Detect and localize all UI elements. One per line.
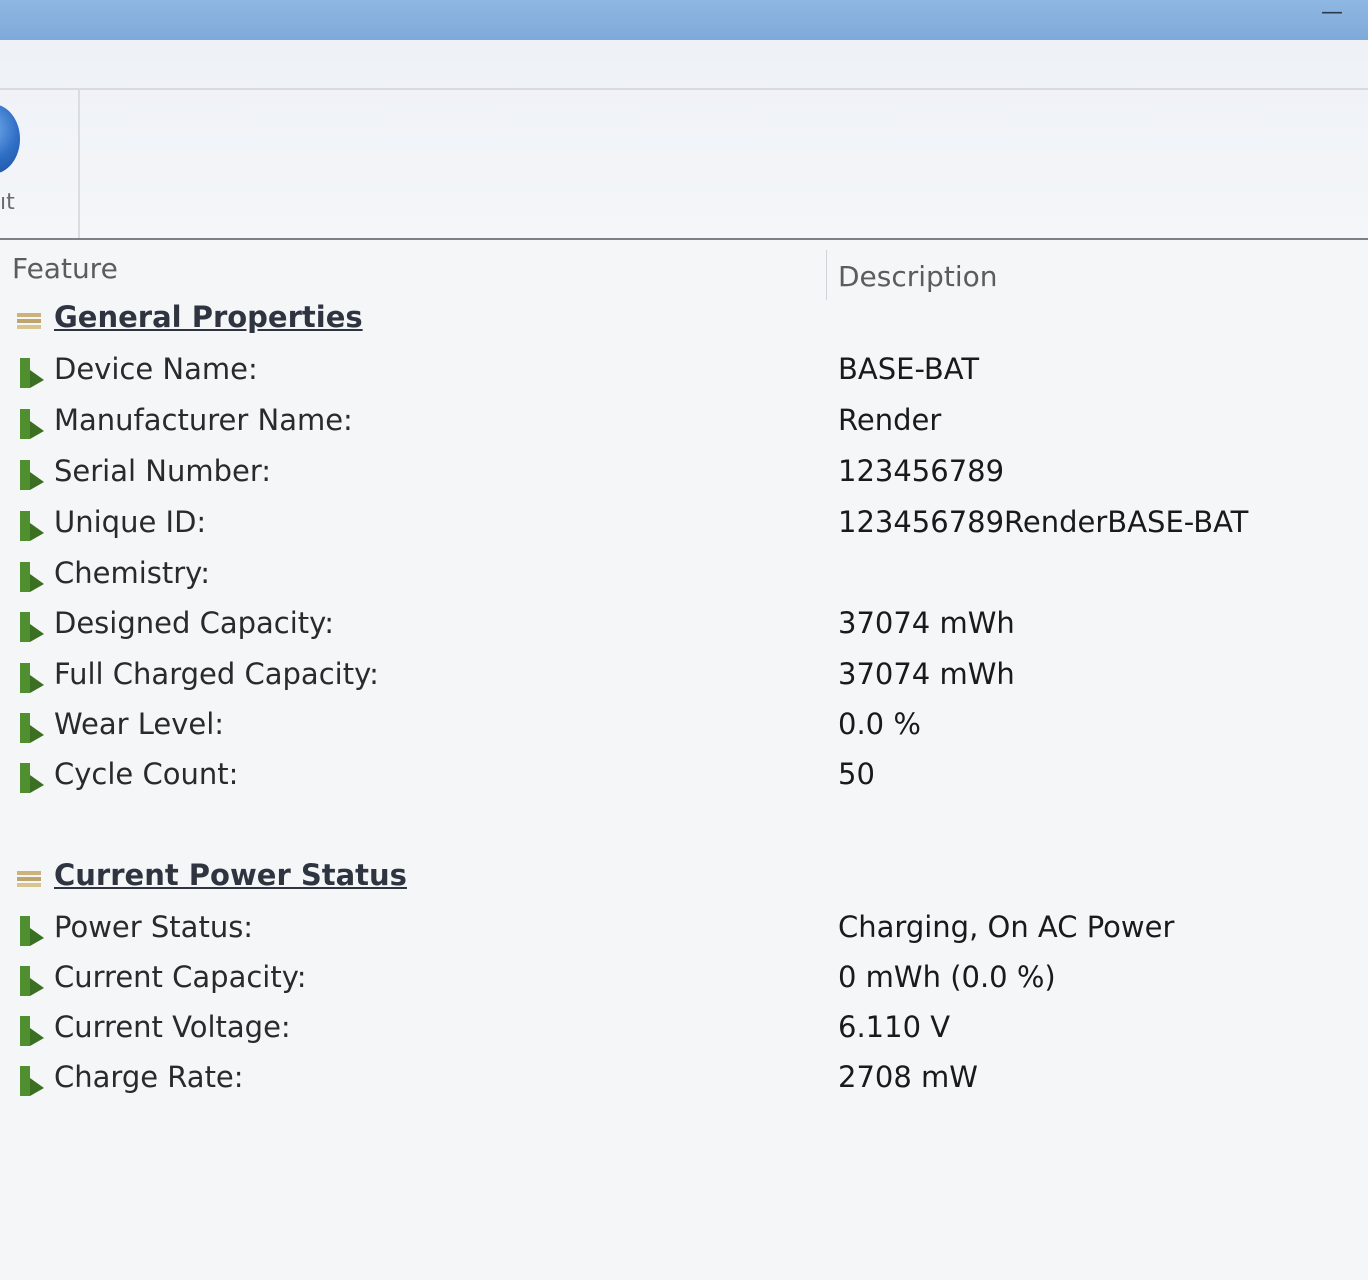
battery-item-icon — [20, 713, 44, 743]
battery-item-icon — [20, 562, 44, 592]
feature-label: Full Charged Capacity: — [54, 657, 379, 691]
feature-value: 2708 mW — [838, 1060, 978, 1094]
feature-label: Chemistry: — [54, 556, 211, 590]
section-title: Current Power Status — [54, 858, 407, 892]
section-current-power-status[interactable]: Current Power Status — [0, 858, 1368, 902]
feature-label: Designed Capacity: — [54, 606, 334, 640]
section-title: General Properties — [54, 300, 363, 334]
list-item[interactable]: Serial Number: 123456789 — [0, 454, 1368, 498]
feature-label: Manufacturer Name: — [54, 403, 353, 437]
feature-value: 37074 mWh — [838, 606, 1015, 640]
list-item[interactable]: Manufacturer Name: Render — [0, 403, 1368, 447]
feature-label: Wear Level: — [54, 707, 225, 741]
list-item[interactable]: Cycle Count: 50 — [0, 757, 1368, 801]
feature-value: 50 — [838, 757, 875, 791]
battery-item-icon — [20, 358, 44, 388]
battery-item-icon — [20, 612, 44, 642]
list-item[interactable]: Power Status: Charging, On AC Power — [0, 910, 1368, 954]
feature-label: Device Name: — [54, 352, 258, 386]
list-item[interactable]: Full Charged Capacity: 37074 mWh — [0, 657, 1368, 701]
feature-label: Serial Number: — [54, 454, 272, 488]
battery-item-icon — [20, 460, 44, 490]
feature-value: Render — [838, 403, 942, 437]
battery-item-icon — [20, 1066, 44, 1096]
feature-label: Unique ID: — [54, 505, 207, 539]
battery-item-icon — [20, 1016, 44, 1046]
feature-label: Cycle Count: — [54, 757, 239, 791]
feature-value: 0.0 % — [838, 707, 921, 741]
feature-value: 37074 mWh — [838, 657, 1015, 691]
feature-label: Current Capacity: — [54, 960, 307, 994]
feature-value: 123456789RenderBASE-BAT — [838, 505, 1249, 539]
list-item[interactable]: Chemistry: — [0, 556, 1368, 600]
toolbar-divider-top — [0, 88, 1368, 90]
section-general-properties[interactable]: General Properties — [0, 300, 1368, 344]
list-item[interactable]: Current Capacity: 0 mWh (0.0 %) — [0, 960, 1368, 1004]
toolbar: ıt — [0, 40, 1368, 274]
feature-value: 6.110 V — [838, 1010, 951, 1044]
list-item[interactable]: Wear Level: 0.0 % — [0, 707, 1368, 751]
feature-value: BASE-BAT — [838, 352, 980, 386]
minimize-button[interactable]: — — [1318, 2, 1346, 24]
list-item[interactable]: Charge Rate: 2708 mW — [0, 1060, 1368, 1104]
battery-item-icon — [20, 966, 44, 996]
battery-item-icon — [20, 663, 44, 693]
list-item[interactable]: Unique ID: 123456789RenderBASE-BAT — [0, 505, 1368, 549]
list-item[interactable]: Current Voltage: 6.110 V — [0, 1010, 1368, 1054]
feature-label: Current Voltage: — [54, 1010, 291, 1044]
battery-item-icon — [20, 916, 44, 946]
section-stack-icon — [17, 313, 41, 329]
section-stack-icon — [17, 871, 41, 887]
feature-value: Charging, On AC Power — [838, 910, 1175, 944]
list-item[interactable]: Device Name: BASE-BAT — [0, 352, 1368, 396]
battery-info-list: Feature Description General Properties D… — [0, 238, 1368, 1280]
battery-item-icon — [20, 511, 44, 541]
feature-value: 123456789 — [838, 454, 1005, 488]
feature-label: Charge Rate: — [54, 1060, 244, 1094]
column-header-feature[interactable]: Feature — [12, 252, 118, 285]
column-divider[interactable] — [826, 250, 827, 300]
toolbar-button-label[interactable]: ıt — [0, 190, 15, 215]
column-header-description[interactable]: Description — [838, 260, 997, 293]
title-bar: — — [0, 0, 1368, 40]
battery-item-icon — [20, 409, 44, 439]
toolbar-globe-icon[interactable] — [0, 104, 20, 174]
feature-value: 0 mWh (0.0 %) — [838, 960, 1056, 994]
battery-item-icon — [20, 763, 44, 793]
list-item[interactable]: Designed Capacity: 37074 mWh — [0, 606, 1368, 650]
feature-label: Power Status: — [54, 910, 254, 944]
